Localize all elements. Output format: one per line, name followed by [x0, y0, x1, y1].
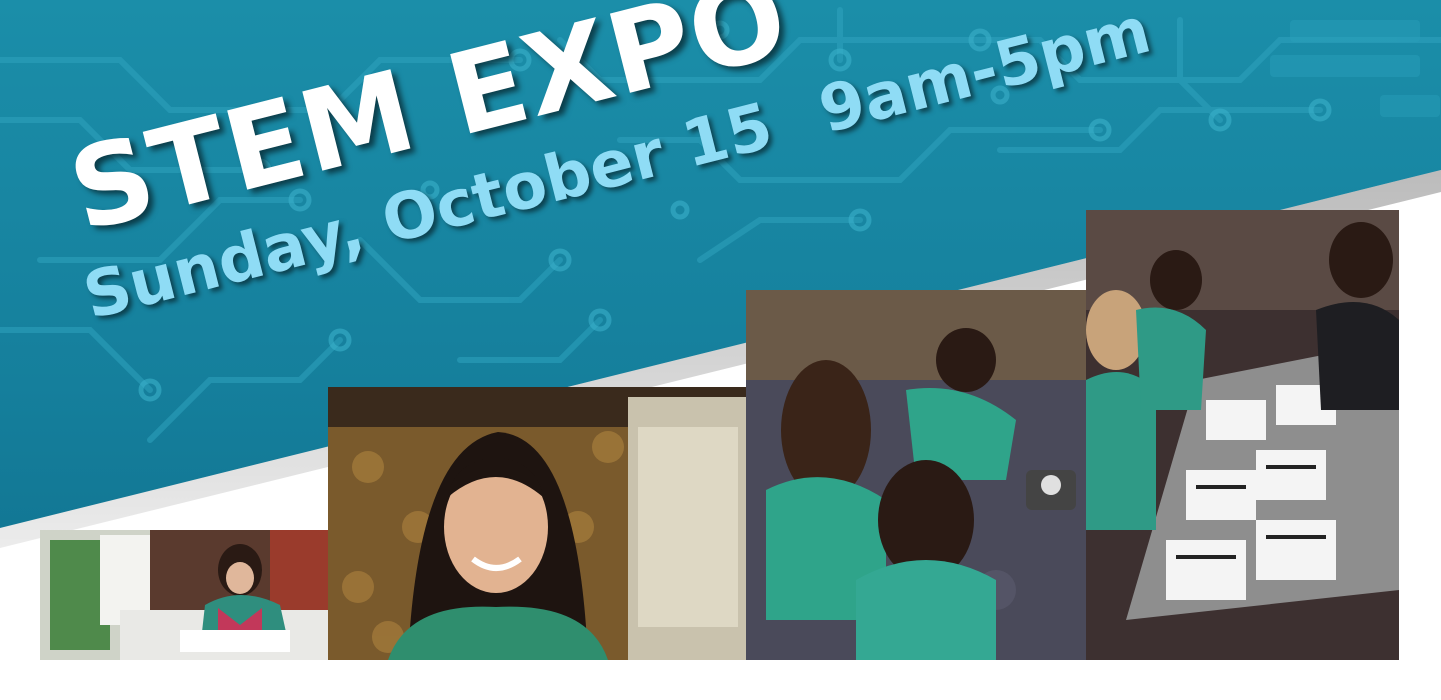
girls-at-activity-table-photo: [1086, 210, 1399, 660]
smiling-girl-photo: [328, 387, 746, 660]
girls-with-robot-photo: [746, 290, 1086, 660]
stem-expo-banner-graphic: STEM EXPO Sunday, October 159am-5pm: [0, 0, 1441, 700]
girl-writing-photo: [40, 530, 328, 660]
